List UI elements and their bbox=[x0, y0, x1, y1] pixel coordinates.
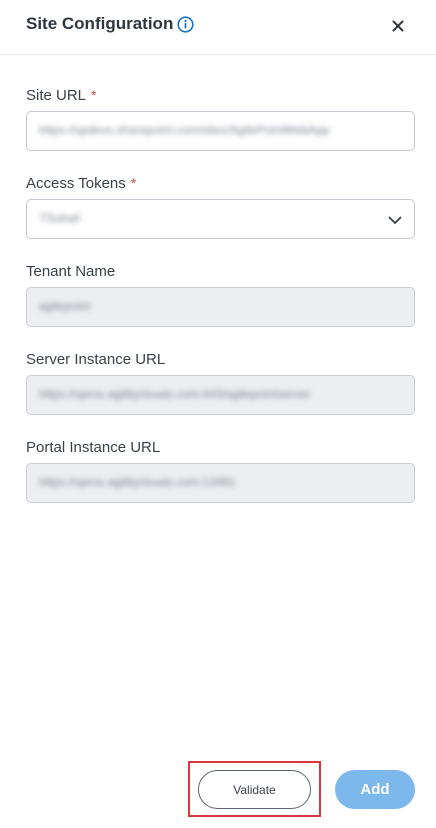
server-instance-url-label: Server Instance URL bbox=[26, 351, 166, 368]
site-url-input[interactable]: https://spdevs.sharepoint.com/sites/Agil… bbox=[26, 111, 415, 151]
tenant-name-value: agilepoint bbox=[39, 299, 91, 313]
tenant-name-label: Tenant Name bbox=[26, 263, 116, 280]
close-icon[interactable] bbox=[388, 16, 408, 36]
access-tokens-select[interactable]: TSuhail bbox=[26, 199, 415, 239]
access-tokens-label-text: Access Tokens bbox=[26, 175, 126, 192]
dialog-header: Site Configuration bbox=[0, 0, 436, 55]
info-icon[interactable] bbox=[177, 16, 194, 33]
portal-instance-url-label: Portal Instance URL bbox=[26, 439, 161, 456]
access-tokens-label: Access Tokens * bbox=[26, 175, 136, 192]
portal-instance-url-field: https://sprox.agilitycloudz.com:13491 bbox=[26, 463, 415, 503]
validate-button[interactable]: Validate bbox=[198, 770, 311, 809]
chevron-down-icon[interactable] bbox=[388, 213, 402, 227]
add-button[interactable]: Add bbox=[335, 770, 415, 809]
site-url-value: https://spdevs.sharepoint.com/sites/Agil… bbox=[39, 123, 330, 137]
required-marker: * bbox=[130, 175, 137, 191]
portal-instance-url-value: https://sprox.agilitycloudz.com:13491 bbox=[39, 475, 236, 489]
site-url-label: Site URL * bbox=[26, 87, 96, 104]
dialog-title: Site Configuration bbox=[26, 14, 174, 33]
access-tokens-value: TSuhail bbox=[39, 211, 80, 225]
server-instance-url-value: https://sprox.agilitycloudz.com:443/agil… bbox=[39, 387, 311, 401]
site-url-label-text: Site URL bbox=[26, 87, 87, 104]
tenant-name-field: agilepoint bbox=[26, 287, 415, 327]
required-marker: * bbox=[91, 87, 97, 103]
server-instance-url-field: https://sprox.agilitycloudz.com:443/agil… bbox=[26, 375, 415, 415]
